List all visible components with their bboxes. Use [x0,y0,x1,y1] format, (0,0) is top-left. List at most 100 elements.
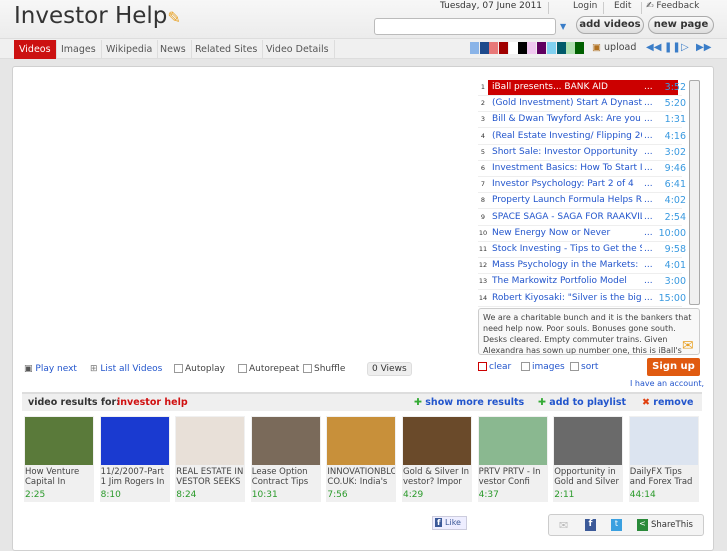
show-more-results-button[interactable]: ✚ show more results [414,394,524,411]
playlist-item[interactable]: 9 SPACE SAGA - SAGA FOR RAAKVIL... 2:54 [478,210,686,226]
play-next-button[interactable]: ▣ Play next [24,364,77,374]
video-title[interactable]: INNOVATIONBLO CO.UK: India's [327,467,395,487]
video-title[interactable]: DailyFX Tips and Forex Trad [630,467,698,487]
color-swatch[interactable] [527,42,536,54]
tab-images[interactable]: Images [56,40,102,59]
playlist-number: 9 [480,212,486,221]
email-share-icon[interactable]: ✉ [559,519,568,532]
video-card[interactable]: Gold & Silver In vestor? Impor 4:29 [402,416,472,502]
playlist-item[interactable]: 2 (Gold Investment) Start A Dynasty... 5:2… [478,96,686,113]
video-card[interactable]: PRTV PRTV - In vestor Confi 4:37 [477,416,548,502]
video-card[interactable]: REAL ESTATE IN VESTOR SEEKS 8:24 [175,416,246,502]
feedback-link[interactable]: ✍ Feedback [646,1,699,11]
playlist-scrollbar[interactable] [689,80,700,305]
remove-button[interactable]: ✖ remove [642,394,693,411]
edit-link[interactable]: Edit [614,1,631,11]
images-button[interactable]: images [521,362,565,372]
sort-icon [570,362,579,371]
playlist-duration: 4:16 [664,130,686,142]
playlist-item[interactable]: 8 Property Launch Formula Helps Re... 4:02 [478,193,686,210]
video-card[interactable]: How Venture Capital In 2:25 [24,416,94,502]
sharethis-label[interactable]: ShareThis [651,520,693,530]
playlist-item[interactable]: 3 Bill & Dwan Twyford Ask: Are you ar... 1… [478,112,686,129]
tab-news[interactable]: News [155,40,192,59]
play-icon[interactable]: ▷ [681,42,689,53]
upload-button[interactable]: ▣ upload [592,42,636,53]
autorepeat-checkbox[interactable]: Autorepeat [238,364,299,374]
playlist-item[interactable]: 14 Robert Kiyosaki: "Silver is the bigge.… [478,291,686,307]
facebook-share-icon[interactable]: f [585,519,596,531]
video-card[interactable]: DailyFX Tips and Forex Trad 44:14 [628,416,699,502]
playlist-item[interactable]: 6 Investment Basics: How To Start In... 9:… [478,161,686,177]
rewind-icon[interactable]: ◀◀ [646,42,661,53]
video-title[interactable]: Lease Option Contract Tips [252,467,320,487]
playlist-item[interactable]: 1 iBall presents... BANK AID... 3:52 [478,80,686,96]
search-dropdown-icon[interactable]: ▼ [560,22,566,31]
have-account-link[interactable]: I have an account, [630,379,704,388]
fast-forward-icon[interactable]: ▶▶ [696,42,711,53]
pause-icon[interactable]: ❚❚ [664,42,681,53]
playlist-number: 12 [478,261,488,270]
shuffle-checkbox[interactable]: Shuffle [303,364,345,374]
playlist-item[interactable]: 7 Investor Psychology: Part 2 of 4... 6:41 [478,177,686,194]
color-swatch[interactable] [575,42,584,54]
search-input[interactable] [374,18,556,35]
playlist-duration: 3:00 [664,276,686,288]
video-thumbnail[interactable] [554,417,623,465]
facebook-like-button[interactable]: f Like [432,516,467,530]
video-card[interactable]: 11/2/2007-Part 1 Jim Rogers In 8:10 [99,416,170,502]
playlist-item[interactable]: 4 (Real Estate Investing/ Flipping 200...… [478,129,686,145]
video-card[interactable]: INNOVATIONBLO CO.UK: India's 7:56 [326,416,397,502]
playlist-item[interactable]: 12 Mass Psychology in the Markets: P... 4:… [478,258,686,275]
color-swatch[interactable] [499,42,508,54]
video-card[interactable]: Opportunity in Gold and Silver 2:11 [553,416,624,502]
video-player[interactable] [22,78,467,354]
playlist-item[interactable]: 11 Stock Investing - Tips to Get the St..… [478,242,686,258]
video-card[interactable]: Lease Option Contract Tips 10:31 [250,416,321,502]
sign-up-button[interactable]: Sign up [647,358,700,376]
new-page-button[interactable]: new page [648,16,714,34]
color-swatch[interactable] [518,42,527,54]
video-title[interactable]: PRTV PRTV - In vestor Confi [479,467,547,487]
video-thumbnail[interactable] [100,417,169,465]
video-title[interactable]: 11/2/2007-Part 1 Jim Rogers In [101,467,169,487]
twitter-share-icon[interactable]: t [611,519,622,531]
tab-video-details[interactable]: Video Details [261,40,335,59]
video-thumbnail[interactable] [478,417,547,465]
video-title[interactable]: Gold & Silver In vestor? Impor [403,467,471,487]
video-thumbnail[interactable] [327,417,396,465]
color-swatch[interactable] [489,42,498,54]
site-logo[interactable]: Investor Help✎ [14,3,181,29]
sharethis-icon[interactable]: < [637,519,648,531]
video-title[interactable]: How Venture Capital In [25,467,93,487]
list-all-videos-button[interactable]: ⊞ List all Videos [90,364,162,374]
color-swatch[interactable] [480,42,489,54]
tab-wikipedia[interactable]: Wikipedia [101,40,159,59]
autoplay-checkbox[interactable]: Autoplay [174,364,225,374]
playlist-item[interactable]: 5 Short Sale: Investor Opportunity... 3:02 [478,145,686,161]
color-swatch[interactable] [566,42,575,54]
playlist-item[interactable]: 10 New Energy Now or Never... 10:00 [478,226,686,242]
sort-button[interactable]: sort [570,362,598,372]
add-videos-button[interactable]: add videos [576,16,644,34]
color-swatch[interactable] [547,42,556,54]
envelope-icon[interactable]: ✉ [682,338,694,354]
tab-related-sites[interactable]: Related Sites [190,40,264,59]
color-swatch[interactable] [509,42,518,54]
color-swatch[interactable] [537,42,546,54]
add-to-playlist-button[interactable]: ✚ add to playlist [538,394,626,411]
clear-button[interactable]: clear [478,362,511,372]
login-link[interactable]: Login [573,1,597,11]
video-thumbnail[interactable] [176,417,245,465]
playlist-item[interactable]: 13 The Markowitz Portfolio Model... 3:00 [478,274,686,291]
video-thumbnail[interactable] [403,417,471,465]
video-thumbnail[interactable] [25,417,93,465]
video-title[interactable]: REAL ESTATE IN VESTOR SEEKS [176,467,244,487]
color-swatch[interactable] [470,42,479,54]
color-swatch[interactable] [557,42,566,54]
video-title[interactable]: Opportunity in Gold and Silver [554,467,622,487]
tab-videos[interactable]: Videos [14,40,57,59]
playlist-duration: 3:02 [664,146,686,158]
video-thumbnail[interactable] [251,417,320,465]
video-thumbnail[interactable] [629,417,698,465]
